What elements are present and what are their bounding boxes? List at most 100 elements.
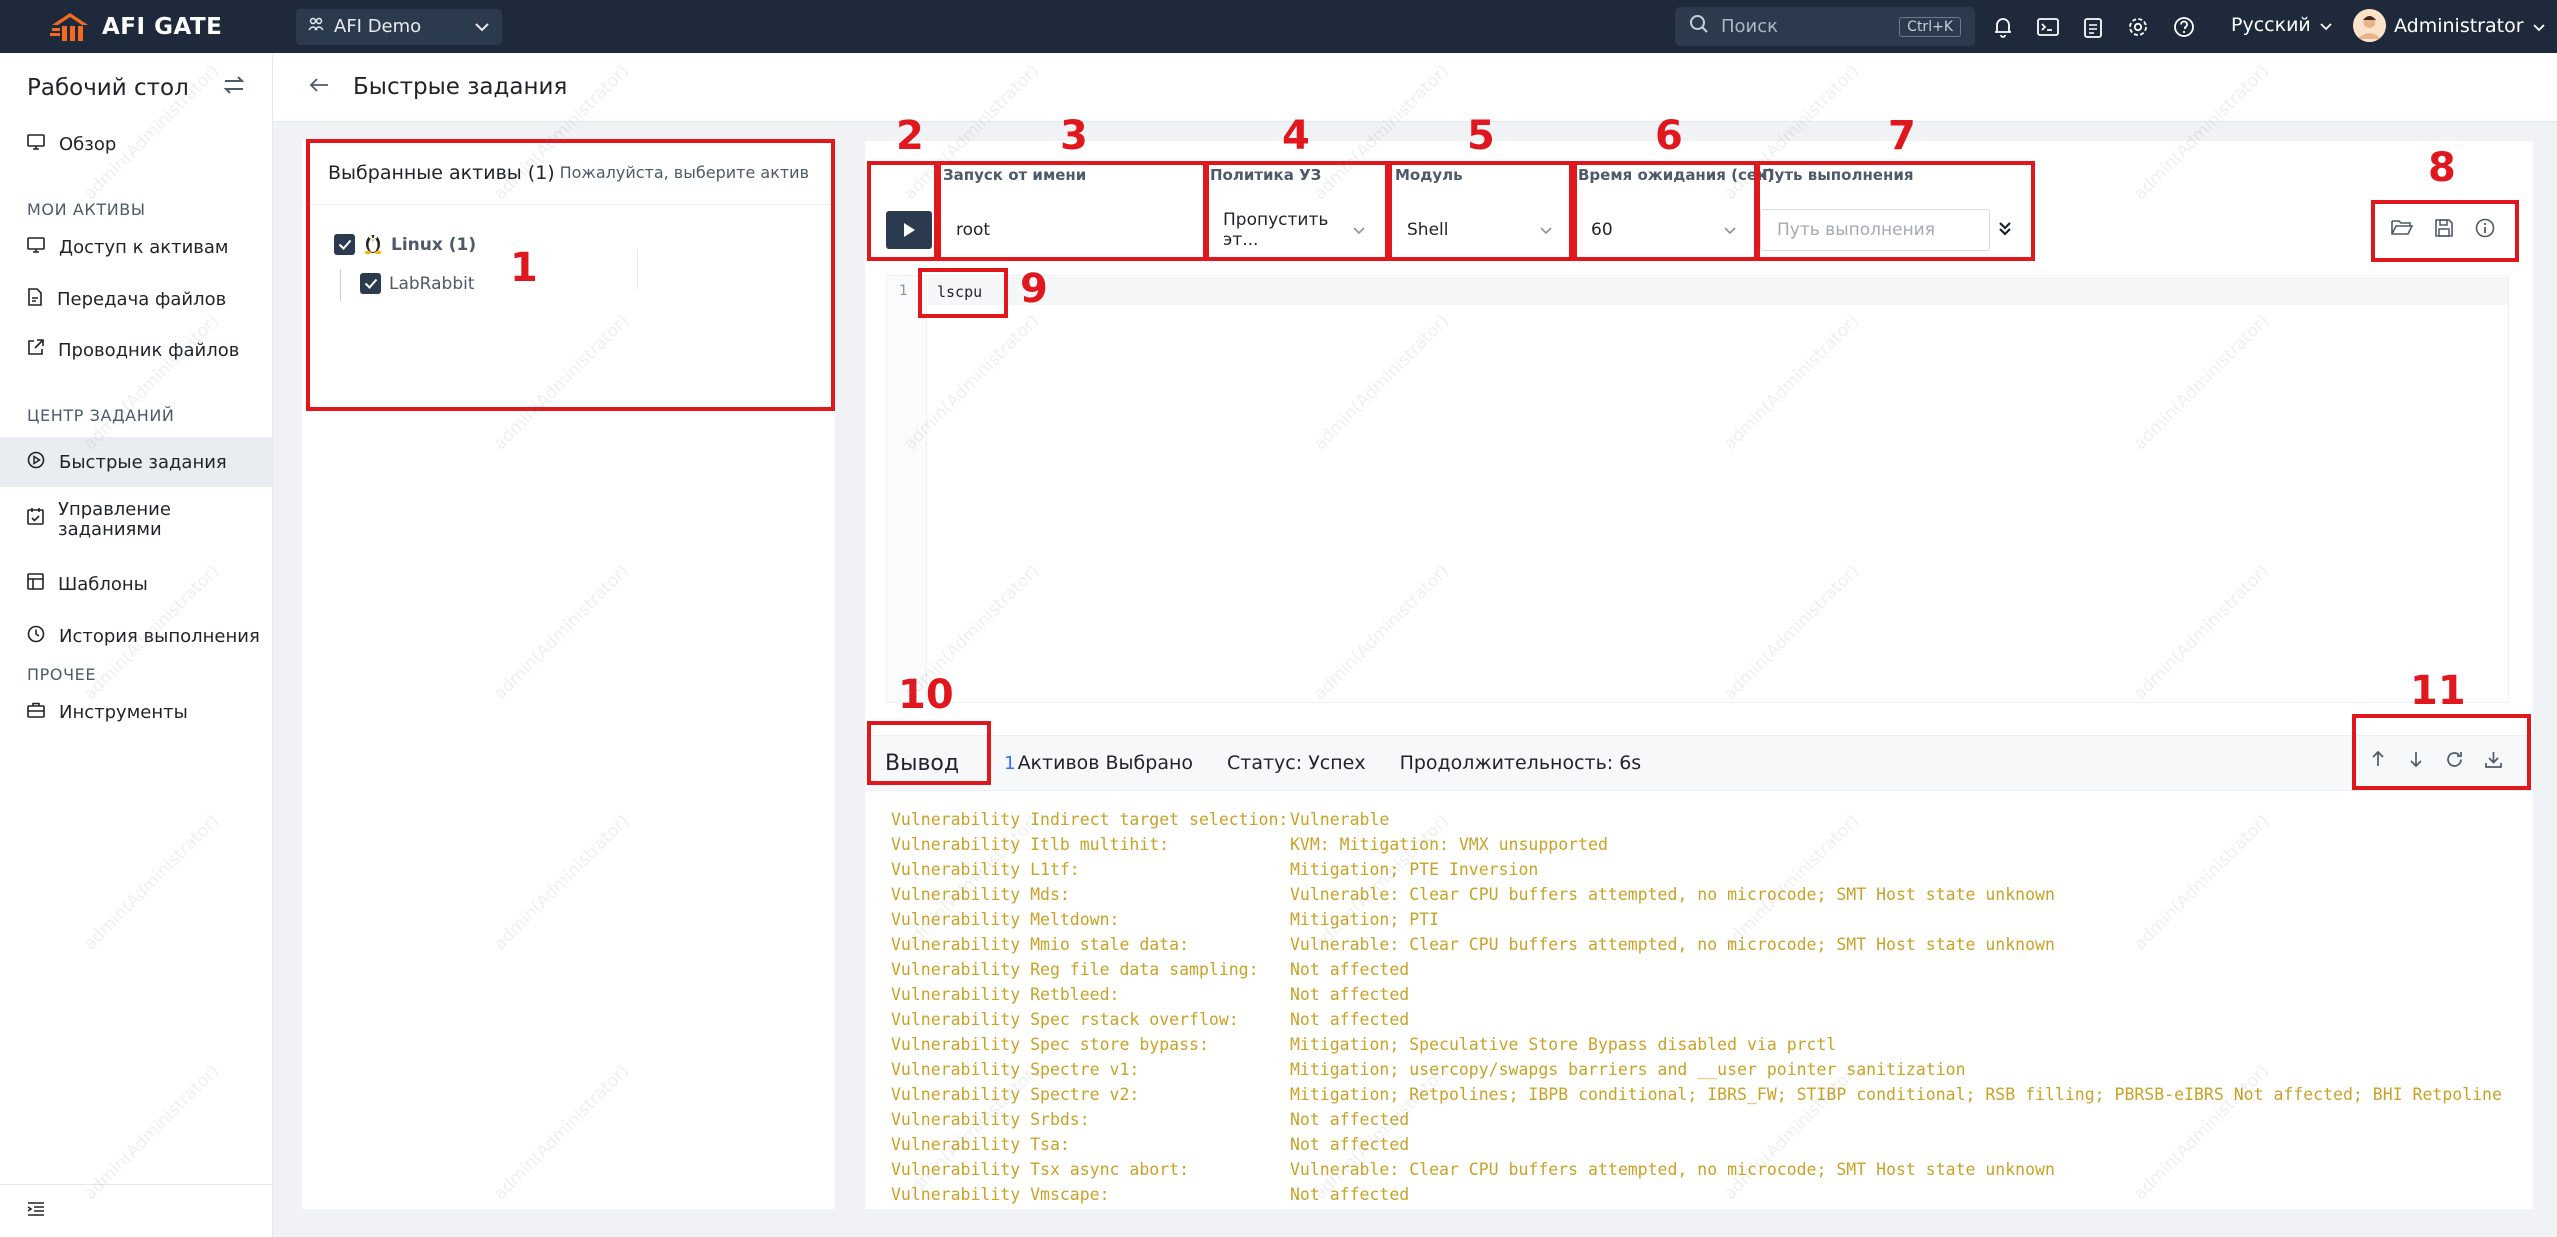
annotation-box-3 xyxy=(937,161,1207,261)
output-line: Vulnerability Tsa: Not affected xyxy=(891,1132,2511,1157)
output-value: Vulnerable: Clear CPU buffers attempted,… xyxy=(1290,885,2055,904)
annotation-number-9: 9 xyxy=(1020,266,1048,312)
user-menu[interactable]: Administrator xyxy=(2353,9,2546,42)
output-value: Mitigation; Speculative Store Bypass dis… xyxy=(1290,1035,1837,1054)
annotation-number-11: 11 xyxy=(2410,668,2466,714)
output-key: Vulnerability Itlb multihit: xyxy=(891,835,1170,854)
sidebar-header: Рабочий стол xyxy=(0,53,272,122)
output-line: Vulnerability Mmio stale data: Vulnerable… xyxy=(891,932,2511,957)
annotation-box-2 xyxy=(867,161,938,261)
sidebar-item-label: Передача файлов xyxy=(57,288,227,310)
history-icon xyxy=(27,625,45,648)
status-text: Статус: Успех xyxy=(1227,752,1366,774)
page-title: Быстрые задания xyxy=(353,74,568,100)
menu-collapse-icon[interactable] xyxy=(27,1201,45,1221)
command-output: Vulnerability Indirect target selection:… xyxy=(891,807,2511,1207)
annotation-box-6 xyxy=(1573,161,1758,261)
clipboard-icon[interactable] xyxy=(2083,16,2103,38)
sidebar-item-task-management[interactable]: Управление заданиями xyxy=(0,493,272,549)
annotation-number-10: 10 xyxy=(898,672,954,718)
output-key: Vulnerability L1tf: xyxy=(891,860,1080,879)
bell-icon[interactable] xyxy=(1993,16,2013,38)
annotation-box-7 xyxy=(1756,161,2035,261)
sidebar-item-file-transfer[interactable]: Передача файлов xyxy=(0,281,272,317)
output-value: Not affected xyxy=(1290,1010,1410,1029)
external-link-icon xyxy=(27,339,44,361)
output-line: Vulnerability Spectre v1: Mitigation; use… xyxy=(891,1057,2511,1082)
output-key: Vulnerability Spec store bypass: xyxy=(891,1035,1209,1054)
top-bar: AFI GATE AFI Demo Поиск Ctrl+K Русский A… xyxy=(0,0,2557,53)
output-key: Vulnerability Mmio stale data: xyxy=(891,935,1190,954)
output-key: Vulnerability Spec rstack overflow: xyxy=(891,1010,1239,1029)
output-value: Mitigation; PTI xyxy=(1290,910,1440,929)
output-value: Vulnerable: Clear CPU buffers attempted,… xyxy=(1290,935,2055,954)
sidebar-title: Рабочий стол xyxy=(27,74,189,101)
swap-icon[interactable] xyxy=(223,75,245,101)
sidebar-item-file-explorer[interactable]: Проводник файлов xyxy=(0,332,272,368)
back-arrow-icon[interactable] xyxy=(309,77,329,97)
gear-icon[interactable] xyxy=(2127,16,2149,38)
chevron-down-icon xyxy=(2319,14,2333,36)
output-value: Not affected xyxy=(1290,960,1410,979)
calendar-check-icon xyxy=(27,507,44,530)
code-editor[interactable]: 1 lscpu xyxy=(886,275,2509,703)
page-header: Быстрые задания xyxy=(273,53,2557,122)
output-value: Mitigation; Retpolines; IBPB conditional… xyxy=(1290,1085,2502,1104)
sidebar-item-exec-history[interactable]: История выполнения xyxy=(0,618,272,654)
chevron-down-icon xyxy=(474,16,490,37)
output-key: Vulnerability Spectre v1: xyxy=(891,1060,1140,1079)
output-key: Vulnerability Spectre v2: xyxy=(891,1085,1140,1104)
output-key: Vulnerability Srbds: xyxy=(891,1110,1090,1129)
sidebar-item-overview[interactable]: Обзор xyxy=(0,126,272,162)
chevron-down-icon xyxy=(2532,15,2546,37)
output-value: KVM: Mitigation: VMX unsupported xyxy=(1290,835,1608,854)
line-number: 1 xyxy=(899,283,908,299)
terminal-icon[interactable] xyxy=(2037,17,2059,37)
annotation-box-4 xyxy=(1205,161,1389,261)
section-my-assets: МОИ АКТИВЫ xyxy=(27,200,146,219)
sidebar-item-templates[interactable]: Шаблоны xyxy=(0,566,272,602)
editor-gutter: 1 xyxy=(887,276,927,702)
section-other: ПРОЧЕЕ xyxy=(27,665,97,684)
output-value: Not affected xyxy=(1290,1185,1410,1204)
sidebar-item-asset-access[interactable]: Доступ к активам xyxy=(0,229,272,265)
language-label: Русский xyxy=(2231,14,2311,36)
template-icon xyxy=(27,573,44,595)
sidebar: Рабочий стол Обзор МОИ АКТИВЫ Доступ к а… xyxy=(0,53,273,1237)
sidebar-item-label: Обзор xyxy=(59,133,117,155)
sidebar-item-label: Доступ к активам xyxy=(59,236,229,258)
output-line: Vulnerability Mds: Vulnerable: Clear CPU … xyxy=(891,882,2511,907)
annotation-number-3: 3 xyxy=(1060,113,1088,159)
output-value: Not affected xyxy=(1290,1135,1410,1154)
output-header: Вывод 1 Активов Выбрано Статус: Успех Пр… xyxy=(865,735,2533,791)
org-select[interactable]: AFI Demo xyxy=(296,8,502,45)
language-select[interactable]: Русский xyxy=(2231,14,2333,36)
logo-icon xyxy=(48,11,92,43)
file-transfer-icon xyxy=(27,287,43,311)
output-line: Vulnerability Spec store bypass: Mitigati… xyxy=(891,1032,2511,1057)
selected-count: 1 xyxy=(1004,752,1016,774)
output-key: Vulnerability Mds: xyxy=(891,885,1070,904)
search-placeholder: Поиск xyxy=(1721,16,1779,37)
active-line xyxy=(928,277,2508,305)
logo[interactable]: AFI GATE xyxy=(48,11,268,43)
global-search[interactable]: Поиск Ctrl+K xyxy=(1675,7,1975,46)
output-line: Vulnerability Reg file data sampling: Not… xyxy=(891,957,2511,982)
monitor-icon xyxy=(27,133,45,155)
sidebar-item-label: Управление заданиями xyxy=(58,499,171,540)
sidebar-item-quick-tasks[interactable]: Быстрые задания xyxy=(0,437,272,487)
help-icon[interactable] xyxy=(2173,16,2195,38)
avatar xyxy=(2353,9,2386,42)
search-shortcut: Ctrl+K xyxy=(1899,16,1961,37)
annotation-number-7: 7 xyxy=(1888,113,1916,159)
output-key: Vulnerability Reg file data sampling: xyxy=(891,960,1259,979)
sidebar-item-tools[interactable]: Инструменты xyxy=(0,694,272,730)
annotation-number-4: 4 xyxy=(1282,113,1310,159)
monitor-icon xyxy=(27,236,45,258)
output-key: Vulnerability Retbleed: xyxy=(891,985,1120,1004)
toolbox-icon xyxy=(27,702,45,723)
annotation-number-1: 1 xyxy=(510,245,538,291)
output-line: Vulnerability Itlb multihit: KVM: Mitigat… xyxy=(891,832,2511,857)
annotation-box-8 xyxy=(2371,200,2519,262)
output-line: Vulnerability Tsx async abort: Vulnerable… xyxy=(891,1157,2511,1182)
